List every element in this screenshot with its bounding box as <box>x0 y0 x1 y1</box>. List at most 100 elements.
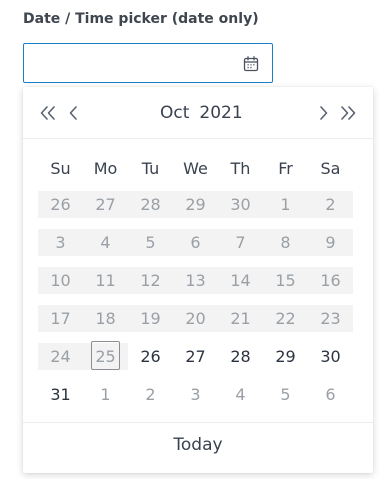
day-number: 18 <box>95 309 116 328</box>
day-number: 1 <box>100 385 111 404</box>
week-row: 26 27 28 29 30 1 2 <box>38 191 353 218</box>
day-number: 24 <box>50 347 71 366</box>
day-cell[interactable]: 27 <box>173 343 218 370</box>
day-cell: 20 <box>173 305 218 332</box>
day-cell: 7 <box>218 229 263 256</box>
day-number: 30 <box>230 195 251 214</box>
day-number: 14 <box>230 271 251 290</box>
weekday-label: Su <box>50 159 71 178</box>
day-number: 29 <box>185 195 206 214</box>
day-cell: 27 <box>83 191 128 218</box>
day-cell: 13 <box>173 267 218 294</box>
weekday-label: Tu <box>141 159 160 178</box>
day-number: 13 <box>185 271 206 290</box>
day-number: 20 <box>185 309 206 328</box>
day-cell: 4 <box>83 229 128 256</box>
day-number: 5 <box>280 385 291 404</box>
today-button[interactable]: Today <box>173 435 222 455</box>
week-row: 17 18 19 20 21 22 23 <box>38 305 353 332</box>
day-number: 27 <box>95 195 116 214</box>
weekday-label: We <box>183 159 208 178</box>
date-input-container[interactable] <box>23 43 273 83</box>
day-cell[interactable]: 28 <box>218 343 263 370</box>
day-cell: 14 <box>218 267 263 294</box>
day-number: 26 <box>140 347 161 366</box>
day-cell: 21 <box>218 305 263 332</box>
day-cell: 3 <box>38 229 83 256</box>
day-cell[interactable]: 26 <box>128 343 173 370</box>
day-cell[interactable]: 6 <box>308 381 353 408</box>
double-chevron-right-icon[interactable] <box>338 103 358 123</box>
week-row: 3 4 5 6 7 8 9 <box>38 229 353 256</box>
day-cell[interactable]: 30 <box>308 343 353 370</box>
day-number: 7 <box>235 233 246 252</box>
calendar-footer: Today <box>23 422 373 473</box>
day-cell: 15 <box>263 267 308 294</box>
day-cell: 9 <box>308 229 353 256</box>
day-number: 8 <box>280 233 291 252</box>
day-number: 26 <box>50 195 71 214</box>
day-cell: 1 <box>263 191 308 218</box>
day-number: 23 <box>320 309 341 328</box>
day-number: 3 <box>190 385 201 404</box>
year-label: 2021 <box>199 103 243 123</box>
day-number: 6 <box>325 385 336 404</box>
day-number: 19 <box>140 309 161 328</box>
day-number: 16 <box>320 271 341 290</box>
date-picker-popup: Oct 2021 Su Mo Tu We Th Fr Sa 26 27 28 29 30 1… <box>23 87 373 473</box>
day-cell: 12 <box>128 267 173 294</box>
day-number: 1 <box>280 195 291 214</box>
day-number: 12 <box>140 271 161 290</box>
day-number: 28 <box>140 195 161 214</box>
day-number: 17 <box>50 309 71 328</box>
day-number: 5 <box>145 233 156 252</box>
day-cell[interactable]: 3 <box>173 381 218 408</box>
chevron-left-icon[interactable] <box>64 103 84 123</box>
day-number: 29 <box>275 347 296 366</box>
day-cell: 29 <box>173 191 218 218</box>
day-number: 10 <box>50 271 71 290</box>
day-cell: 22 <box>263 305 308 332</box>
double-chevron-left-icon[interactable] <box>38 103 58 123</box>
day-cell: 11 <box>83 267 128 294</box>
day-cell-today: 25 <box>83 341 128 370</box>
day-cell: 5 <box>128 229 173 256</box>
day-cell: 24 <box>38 343 83 370</box>
day-cell: 8 <box>263 229 308 256</box>
day-cell: 6 <box>173 229 218 256</box>
day-number: 28 <box>230 347 251 366</box>
chevron-right-icon[interactable] <box>313 103 333 123</box>
day-number: 4 <box>235 385 246 404</box>
day-cell[interactable]: 31 <box>38 381 83 408</box>
date-input[interactable] <box>24 44 234 82</box>
day-cell[interactable]: 4 <box>218 381 263 408</box>
day-cell: 2 <box>308 191 353 218</box>
day-cell: 17 <box>38 305 83 332</box>
day-number: 6 <box>190 233 201 252</box>
day-number: 2 <box>145 385 156 404</box>
day-number: 27 <box>185 347 206 366</box>
month-label: Oct <box>160 103 190 123</box>
day-cell[interactable]: 2 <box>128 381 173 408</box>
calendar-header: Oct 2021 <box>23 87 373 139</box>
calendar-icon[interactable] <box>242 55 260 73</box>
day-cell: 19 <box>128 305 173 332</box>
day-number: 9 <box>325 233 336 252</box>
weekday-label: Sa <box>320 159 341 178</box>
day-cell[interactable]: 1 <box>83 381 128 408</box>
day-cell: 26 <box>38 191 83 218</box>
day-number: 25 <box>95 347 116 366</box>
day-number: 15 <box>275 271 296 290</box>
day-number: 31 <box>50 385 71 404</box>
day-cell: 23 <box>308 305 353 332</box>
week-row: 31 1 2 3 4 5 6 <box>38 381 353 408</box>
day-cell: 30 <box>218 191 263 218</box>
week-row: 10 11 12 13 14 15 16 <box>38 267 353 294</box>
day-number: 2 <box>325 195 336 214</box>
month-year-label[interactable]: Oct 2021 <box>160 103 243 123</box>
day-cell[interactable]: 5 <box>263 381 308 408</box>
day-cell: 10 <box>38 267 83 294</box>
field-label: Date / Time picker (date only) <box>23 11 259 27</box>
day-grid: 26 27 28 29 30 1 2 3 4 5 6 7 8 9 10 11 12 13 14 15 16 17 18 19 2… <box>38 191 353 419</box>
day-cell[interactable]: 29 <box>263 343 308 370</box>
